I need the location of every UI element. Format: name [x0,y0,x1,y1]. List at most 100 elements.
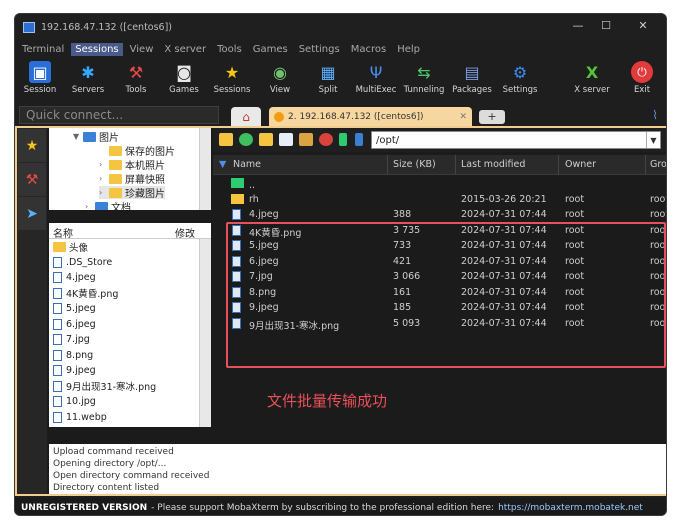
table-row[interactable]: .. [213,176,666,192]
split-icon: ▦ [320,62,336,82]
tools-icon: ⚒ [128,62,144,82]
refresh-icon[interactable] [239,133,253,146]
highlight-box [226,222,666,368]
open-folder-icon[interactable] [299,133,313,146]
list-item[interactable]: 10.jpg [49,394,211,410]
minimize-button[interactable]: — [568,19,588,32]
mobaxterm-window: 192.168.47.132 ([centos6]) — ☐ ✕ Termina… [14,13,667,516]
file-icon [53,380,62,392]
packages-label: Packages [452,85,492,95]
session-tab[interactable]: 2. 192.168.47.132 ([centos6]) ✕ [269,107,472,126]
packages-button[interactable]: ▤ Packages [449,59,495,96]
new-folder-icon[interactable] [259,133,273,146]
annotation-text: 文件批量传输成功 [267,392,388,410]
upload-icon[interactable] [339,133,347,146]
col-name[interactable]: 名称 [53,225,73,240]
remote-path-input[interactable]: /opt/ ▼ [371,131,661,149]
side-strip: ★ ⚒ ➤ [17,128,47,494]
menu-view[interactable]: View [126,43,158,56]
menu-tools[interactable]: Tools [213,43,246,56]
settings-button[interactable]: ⚙ Settings [497,59,543,96]
image-file-icon [232,209,241,220]
list-item[interactable]: 9月出现31-寒冰.png [49,379,211,395]
view-button[interactable]: ◉ View [257,59,303,96]
quick-connect-input[interactable]: Quick connect... [19,106,219,124]
tree-scrollbar[interactable] [199,128,211,210]
maximize-button[interactable]: ☐ [596,19,616,32]
download-icon[interactable] [355,133,363,146]
list-item[interactable]: 6.jpeg [49,317,211,333]
list-item[interactable]: 头像 [49,239,211,255]
games-label: Games [169,85,199,95]
remote-path-text: /opt/ [376,135,400,146]
col-header-modified[interactable]: Last modified [461,159,525,170]
servers-button[interactable]: ✱ Servers [65,59,111,96]
folder-icon [83,131,96,142]
list-item[interactable]: 5.jpeg [49,301,211,317]
exit-button[interactable]: ⏻ Exit [619,59,665,95]
xserver-button[interactable]: X X server [569,59,615,96]
local-list-scrollbar[interactable] [199,239,211,427]
menu-terminal[interactable]: Terminal [18,43,68,56]
table-row[interactable]: 4.jpeg 388 2024-07-31 07:44 root root [213,207,666,223]
games-button[interactable]: ◙ Games [161,59,207,96]
list-item[interactable]: 8.png [49,348,211,364]
list-item[interactable]: 4.jpeg [49,270,211,286]
delete-icon[interactable] [319,133,333,146]
remote-table-header: ▼ Name Size (KB) Last modified Owner Gro… [213,155,666,175]
settings-label: Settings [502,85,538,95]
tree-item-selected[interactable]: › 珍藏图片 [99,186,165,200]
tools-side-icon[interactable]: ⚒ [18,163,46,196]
table-row[interactable]: rh 2015-03-26 20:21 root root [213,192,666,208]
servers-label: Servers [71,85,105,95]
col-header-size[interactable]: Size (KB) [393,159,436,170]
file-icon [53,272,62,284]
menu-macros[interactable]: Macros [347,43,390,56]
menu-sessions[interactable]: Sessions [71,42,123,56]
close-tab-icon[interactable]: ✕ [459,112,467,122]
tree-item[interactable]: › 文档 [85,200,131,210]
tree-item[interactable]: › 屏幕快照 [99,172,165,186]
sessions-star-side-icon[interactable]: ★ [18,129,46,162]
new-file-icon[interactable] [279,133,293,146]
sessions-button[interactable]: ★ Sessions [209,59,255,96]
session-tab-label: 2. 192.168.47.132 ([centos6]) [288,111,424,122]
list-item[interactable]: .DS_Store [49,255,211,271]
tools-button[interactable]: ⚒ Tools [113,59,159,96]
tree-item-root[interactable]: ▼ 图片 [73,130,119,144]
session-icon: ▣ [29,61,51,83]
close-button[interactable]: ✕ [633,19,653,32]
menu-settings[interactable]: Settings [295,43,344,56]
list-item[interactable]: 4K黄昏.png [49,286,211,302]
file-icon [53,318,62,330]
attachment-icon[interactable]: ⌇ [652,108,658,122]
tunneling-button[interactable]: ⇆ Tunneling [401,59,447,96]
chevron-down-icon[interactable]: ▼ [646,132,660,148]
sessions-star-icon: ★ [224,62,240,82]
menu-xserver[interactable]: X server [160,43,210,56]
view-label: View [269,85,291,95]
remote-toolbar: /opt/ ▼ [213,128,666,152]
local-folder-tree: ▼ 图片 保存的图片 › 本机照片 › 屏幕快照 › 珍藏图片 › 文档 [49,128,211,210]
tree-item[interactable]: 保存的图片 [109,144,175,158]
menu-help[interactable]: Help [393,43,424,56]
list-item[interactable]: 11.webp [49,410,211,426]
folder-icon [109,145,122,156]
menu-games[interactable]: Games [249,43,292,56]
parent-folder-icon[interactable] [219,133,233,146]
split-button[interactable]: ▦ Split [305,59,351,96]
multiexec-button[interactable]: Ψ MultiExec [353,59,399,96]
new-tab-button[interactable]: + [479,110,505,124]
list-item[interactable]: 7.jpg [49,332,211,348]
tree-item[interactable]: › 本机照片 [99,158,165,172]
home-tab[interactable]: ⌂ [231,107,261,126]
col-header-owner[interactable]: Owner [565,159,596,170]
col-modified[interactable]: 修改 [175,225,195,240]
session-button[interactable]: ▣ Session [17,59,63,95]
send-side-icon[interactable]: ➤ [18,197,46,230]
subscribe-link[interactable]: https://mobaxterm.mobatek.net [498,503,643,513]
folder-icon [109,187,122,198]
list-item[interactable]: 9.jpeg [49,363,211,379]
col-header-group[interactable]: Grou [650,159,666,170]
col-header-name[interactable]: Name [233,159,261,170]
